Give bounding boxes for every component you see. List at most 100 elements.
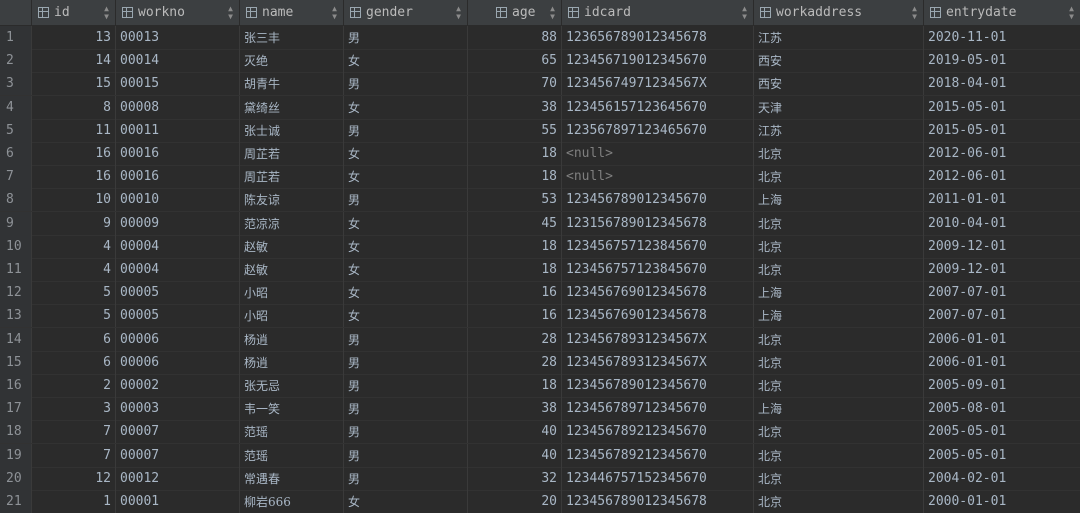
table-row[interactable]: 16 2 00002 张无忌男 18 123456789012345670 北京 2005-0…: [0, 374, 1080, 398]
sort-icon[interactable]: ▲ ▼: [228, 4, 233, 21]
cell-name[interactable]: 常遇春: [240, 466, 344, 490]
cell-workaddress[interactable]: 北京: [754, 211, 924, 235]
cell-name[interactable]: 黛绮丝: [240, 95, 344, 119]
cell-idcard[interactable]: 123156789012345678: [562, 211, 754, 235]
cell-name[interactable]: 杨逍: [240, 350, 344, 374]
cell-gender[interactable]: 男: [344, 327, 468, 351]
cell-age[interactable]: 70: [468, 72, 562, 96]
cell-idcard[interactable]: <null>: [562, 165, 754, 189]
cell-gender[interactable]: 男: [344, 72, 468, 96]
cell-gender[interactable]: 女: [344, 304, 468, 328]
cell-gender[interactable]: 男: [344, 466, 468, 490]
cell-age[interactable]: 53: [468, 188, 562, 212]
cell-entrydate[interactable]: 2005-08-01: [924, 397, 1080, 420]
cell-workno[interactable]: 00005: [116, 304, 240, 328]
cell-id[interactable]: 6: [32, 327, 116, 351]
cell-gender[interactable]: 男: [344, 118, 468, 142]
table-row[interactable]: 1 13 00013 张三丰男 88 123656789012345678 江苏 2020-1…: [0, 26, 1080, 50]
cell-workno[interactable]: 00003: [116, 397, 240, 421]
cell-gender[interactable]: 女: [344, 165, 468, 189]
cell-workno[interactable]: 00008: [116, 95, 240, 119]
sort-icon[interactable]: ▲ ▼: [456, 4, 461, 21]
cell-age[interactable]: 28: [468, 350, 562, 374]
sort-icon[interactable]: ▲ ▼: [332, 4, 337, 21]
cell-name[interactable]: 小昭: [240, 281, 344, 305]
table-row[interactable]: 10 4 00004 赵敏女 18 123456757123845670 北京 2009-12…: [0, 234, 1080, 259]
cell-gender[interactable]: 男: [344, 420, 468, 444]
cell-entrydate[interactable]: 2009-12-01: [924, 258, 1080, 281]
cell-id[interactable]: 10: [32, 188, 116, 212]
cell-id[interactable]: 11: [32, 118, 116, 142]
cell-gender[interactable]: 女: [344, 211, 468, 235]
cell-workaddress[interactable]: 北京: [754, 327, 924, 351]
cell-entrydate[interactable]: 2009-12-01: [924, 235, 1080, 258]
cell-idcard[interactable]: 123456769012345678: [562, 304, 754, 328]
sort-icon[interactable]: ▲ ▼: [742, 4, 747, 21]
cell-workno[interactable]: 00014: [116, 49, 240, 73]
table-row[interactable]: 11 4 00004 赵敏女 18 123456757123845670 北京 2009-12…: [0, 258, 1080, 282]
cell-entrydate[interactable]: 2012-06-01: [924, 165, 1080, 188]
column-header-name[interactable]: name ▲ ▼: [240, 0, 344, 25]
table-row[interactable]: 18 7 00007 范瑶男 40 123456789212345670 北京 2005-05…: [0, 420, 1080, 445]
cell-name[interactable]: 范瑶: [240, 420, 344, 444]
cell-age[interactable]: 18: [468, 374, 562, 397]
cell-workaddress[interactable]: 江苏: [754, 26, 924, 49]
cell-entrydate[interactable]: 2011-01-01: [924, 188, 1080, 211]
cell-name[interactable]: 柳岩666: [240, 490, 344, 513]
cell-name[interactable]: 胡青牛: [240, 72, 344, 96]
column-header-idcard[interactable]: idcard ▲ ▼: [562, 0, 754, 25]
cell-name[interactable]: 张三丰: [240, 26, 344, 49]
cell-workaddress[interactable]: 上海: [754, 281, 924, 305]
cell-idcard[interactable]: 123456789212345670: [562, 420, 754, 444]
cell-name[interactable]: 范凉凉: [240, 211, 344, 235]
cell-workaddress[interactable]: 上海: [754, 397, 924, 421]
table-row[interactable]: 9 9 00009 范凉凉女 45 123156789012345678 北京 2010-04…: [0, 211, 1080, 236]
cell-workaddress[interactable]: 北京: [754, 258, 924, 281]
table-row[interactable]: 8 10 00010 陈友谅男 53 123456789012345670 上海 2011-0…: [0, 188, 1080, 213]
cell-id[interactable]: 7: [32, 443, 116, 467]
cell-workno[interactable]: 00005: [116, 281, 240, 305]
cell-idcard[interactable]: 123456789712345670: [562, 397, 754, 421]
cell-workno[interactable]: 00016: [116, 165, 240, 189]
cell-workno[interactable]: 00007: [116, 420, 240, 444]
cell-workaddress[interactable]: 上海: [754, 188, 924, 212]
table-row[interactable]: 4 8 00008 黛绮丝女 38 123456157123645670 天津 2015-05…: [0, 95, 1080, 120]
cell-workaddress[interactable]: 江苏: [754, 118, 924, 142]
cell-gender[interactable]: 女: [344, 490, 468, 513]
cell-gender[interactable]: 女: [344, 281, 468, 305]
table-row[interactable]: 15 6 00006 杨逍男 28 12345678931234567X 北京 2006-01…: [0, 350, 1080, 375]
cell-name[interactable]: 范瑶: [240, 443, 344, 467]
cell-idcard[interactable]: <null>: [562, 142, 754, 165]
table-row[interactable]: 2 14 00014 灭绝女 65 123456719012345670 西安 2019-05…: [0, 49, 1080, 74]
cell-workno[interactable]: 00006: [116, 350, 240, 374]
cell-age[interactable]: 18: [468, 258, 562, 281]
cell-entrydate[interactable]: 2015-05-01: [924, 96, 1080, 119]
cell-workno[interactable]: 00007: [116, 443, 240, 467]
table-row[interactable]: 19 7 00007 范瑶男 40 123456789212345670 北京 2005-05…: [0, 443, 1080, 468]
cell-gender[interactable]: 男: [344, 397, 468, 421]
column-header-workaddress[interactable]: workaddress ▲ ▼: [754, 0, 924, 25]
cell-entrydate[interactable]: 2020-11-01: [924, 26, 1080, 49]
cell-name[interactable]: 张士诚: [240, 118, 344, 142]
cell-entrydate[interactable]: 2005-09-01: [924, 374, 1080, 397]
cell-entrydate[interactable]: 2018-04-01: [924, 72, 1080, 95]
cell-idcard[interactable]: 123456789212345670: [562, 443, 754, 467]
cell-entrydate[interactable]: 2000-01-01: [924, 490, 1080, 513]
cell-idcard[interactable]: 123456789012345670: [562, 374, 754, 397]
cell-id[interactable]: 6: [32, 350, 116, 374]
cell-workno[interactable]: 00011: [116, 118, 240, 142]
cell-workaddress[interactable]: 北京: [754, 350, 924, 374]
cell-entrydate[interactable]: 2005-05-01: [924, 444, 1080, 467]
cell-age[interactable]: 28: [468, 327, 562, 351]
cell-id[interactable]: 7: [32, 420, 116, 444]
cell-age[interactable]: 40: [468, 420, 562, 444]
cell-idcard[interactable]: 123456757123845670: [562, 234, 754, 258]
cell-workaddress[interactable]: 北京: [754, 490, 924, 513]
cell-gender[interactable]: 男: [344, 350, 468, 374]
cell-gender[interactable]: 男: [344, 374, 468, 397]
table-row[interactable]: 17 3 00003 韦一笑男 38 123456789712345670 上海 2005-0…: [0, 397, 1080, 422]
cell-id[interactable]: 9: [32, 211, 116, 235]
table-row[interactable]: 5 11 00011 张士诚男 55 123567897123465670 江苏 2015-0…: [0, 118, 1080, 143]
cell-id[interactable]: 14: [32, 49, 116, 73]
cell-name[interactable]: 赵敏: [240, 234, 344, 258]
